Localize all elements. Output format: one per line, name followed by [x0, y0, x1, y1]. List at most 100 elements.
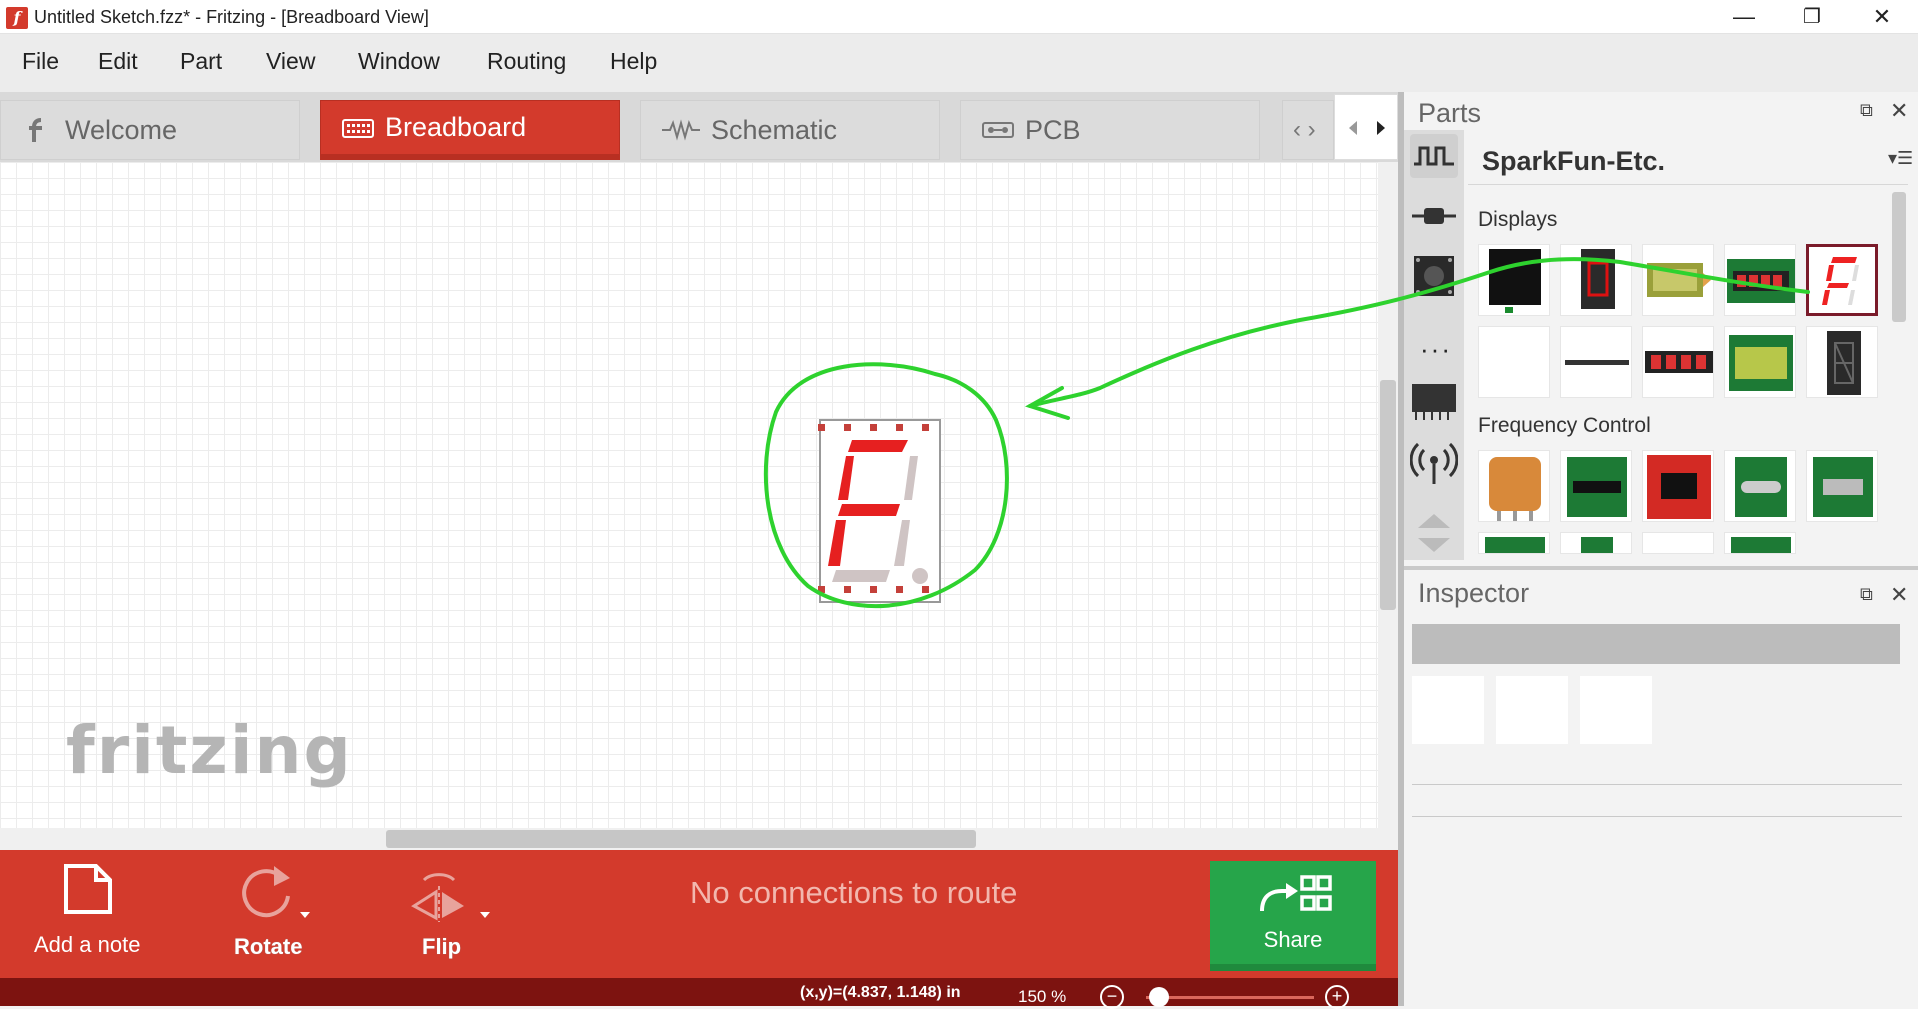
zoom-in-button[interactable]: +: [1325, 985, 1349, 1009]
part-tile-4digit-board[interactable]: [1724, 244, 1796, 316]
tab-welcome-label: Welcome: [65, 114, 178, 145]
lcd-16x2-icon: [1729, 335, 1793, 391]
partial-board-icon: [1485, 537, 1545, 553]
flip-icon: [411, 873, 490, 922]
zoom-slider-handle[interactable]: [1149, 987, 1169, 1007]
lcd-green-icon: [1647, 263, 1711, 297]
part-tile-7segment-selected[interactable]: [1806, 244, 1878, 316]
cursor-coordinates: (x,y)=(4.837, 1.148) in: [800, 984, 961, 1001]
tab-welcome[interactable]: Welcome: [0, 100, 300, 160]
pcb-icon: [982, 122, 1014, 138]
category-displays: Displays: [1478, 208, 1558, 231]
menu-part[interactable]: Part: [180, 48, 222, 75]
part-tile-partial-1[interactable]: [1478, 532, 1550, 554]
tab-breadboard[interactable]: Breadboard: [320, 100, 620, 160]
inspector-float-icon[interactable]: ⧉: [1860, 584, 1873, 605]
inspector-divider: [1412, 816, 1902, 817]
menu-view[interactable]: View: [266, 48, 315, 75]
crystal-board-icon: [1735, 457, 1787, 517]
maximize-button[interactable]: ❐: [1782, 0, 1842, 34]
alphanumeric-icon: [1827, 331, 1861, 395]
zoom-slider[interactable]: [1146, 996, 1314, 999]
7segment-icon: [1822, 257, 1859, 305]
scroll-arrows-icon: [1349, 121, 1385, 135]
part-tile-resonator-board[interactable]: [1806, 450, 1878, 522]
bin-menu-icon[interactable]: ▾☰: [1888, 148, 1913, 169]
rotate-button[interactable]: Rotate: [230, 862, 330, 966]
share-label: Share: [1263, 927, 1323, 952]
part-tile-partial-2[interactable]: [1560, 532, 1632, 554]
part-tile-lcd-black[interactable]: [1478, 244, 1550, 316]
canvas-horizontal-scroll-thumb[interactable]: [386, 830, 976, 848]
inspector-title: Inspector: [1418, 578, 1530, 608]
parts-float-icon[interactable]: ⧉: [1860, 100, 1873, 121]
zoom-level[interactable]: 150 %: [1018, 987, 1066, 1007]
parts-bin-title: SparkFun-Etc.: [1482, 146, 1666, 176]
minimize-button[interactable]: —: [1714, 0, 1774, 34]
4digit-board-icon: [1727, 259, 1795, 303]
breadboard-icon: [342, 118, 374, 138]
tab-scroll-buttons[interactable]: [1334, 94, 1398, 160]
bin-core-icon[interactable]: [1410, 134, 1458, 178]
part-tile-crystal-mhz[interactable]: [1478, 450, 1550, 522]
part-tile-lcd-16x2[interactable]: [1724, 326, 1796, 398]
inspector-pcb-image: [1580, 676, 1652, 744]
menu-help[interactable]: Help: [610, 48, 657, 75]
tab-schematic-label: Schematic: [711, 114, 838, 145]
bin-more-icon[interactable]: ···: [1420, 334, 1452, 365]
bottom-toolbar: [0, 850, 1398, 978]
part-tile-clock-module[interactable]: [1642, 450, 1714, 522]
tab-pcb-label: PCB: [1025, 114, 1081, 145]
category-frequency-control: Frequency Control: [1478, 414, 1651, 437]
bin-ic-icon[interactable]: [1410, 378, 1458, 422]
share-icon: [1260, 875, 1332, 912]
part-tile-partial-4[interactable]: [1724, 532, 1796, 554]
zoom-out-button[interactable]: −: [1100, 985, 1124, 1009]
bin-resistor-icon[interactable]: [1410, 194, 1458, 238]
partial-board-icon: [1581, 537, 1613, 553]
routing-status-message: No connections to route: [690, 875, 1018, 910]
rotate-label: Rotate: [234, 934, 303, 959]
4digit-red-icon: [1645, 351, 1713, 373]
note-icon: [64, 864, 112, 914]
tab-pcb[interactable]: PCB: [960, 100, 1260, 160]
part-tile-lcd-green[interactable]: [1642, 244, 1714, 316]
parts-panel-title: Parts: [1418, 98, 1482, 128]
part-tile-4digit-red[interactable]: [1642, 326, 1714, 398]
inspector-schematic-image: [1496, 676, 1568, 744]
add-note-label: Add a note: [34, 932, 141, 957]
window-title: Untitled Sketch.fzz* - Fritzing - [Bread…: [34, 7, 429, 27]
bin-scroll-icon[interactable]: [1410, 510, 1458, 554]
menu-routing[interactable]: Routing: [487, 48, 566, 75]
inspector-title-field: [1412, 624, 1900, 664]
parts-vertical-scroll-thumb[interactable]: [1892, 192, 1906, 322]
canvas-vertical-scroll-thumb[interactable]: [1380, 380, 1396, 610]
part-tile-alphanumeric[interactable]: [1806, 326, 1878, 398]
inspector-close-icon[interactable]: ✕: [1890, 582, 1908, 608]
part-tile-blank-display[interactable]: [1478, 326, 1550, 398]
led-bar-icon: [1565, 360, 1629, 365]
part-tile-crystal-board[interactable]: [1724, 450, 1796, 522]
inspector-divider: [1412, 784, 1902, 785]
fritzing-f-icon: [29, 118, 42, 142]
rotate-icon: [242, 866, 310, 918]
bin-antenna-icon[interactable]: [1410, 440, 1458, 484]
menu-edit[interactable]: Edit: [98, 48, 138, 75]
tab-scroll-arrows[interactable]: ‹ ›: [1282, 100, 1334, 160]
parts-close-icon[interactable]: ✕: [1890, 98, 1908, 124]
status-bar: [0, 978, 1398, 1006]
part-tile-led-bar[interactable]: [1560, 326, 1632, 398]
seven-segment-display[interactable]: [812, 416, 948, 606]
share-button[interactable]: Share: [1210, 861, 1376, 971]
part-tile-partial-3[interactable]: [1642, 532, 1714, 554]
tab-schematic[interactable]: Schematic: [640, 100, 940, 160]
flip-button[interactable]: Flip: [410, 862, 500, 966]
part-tile-single-digit[interactable]: [1560, 244, 1632, 316]
bin-button-icon[interactable]: [1410, 254, 1458, 298]
add-note-button[interactable]: Add a note: [30, 862, 180, 966]
menu-file[interactable]: File: [22, 48, 59, 75]
menu-window[interactable]: Window: [358, 48, 440, 75]
fritzing-app-icon: f: [6, 7, 28, 29]
part-tile-oscillator-board[interactable]: [1560, 450, 1632, 522]
close-button[interactable]: ✕: [1852, 0, 1912, 34]
